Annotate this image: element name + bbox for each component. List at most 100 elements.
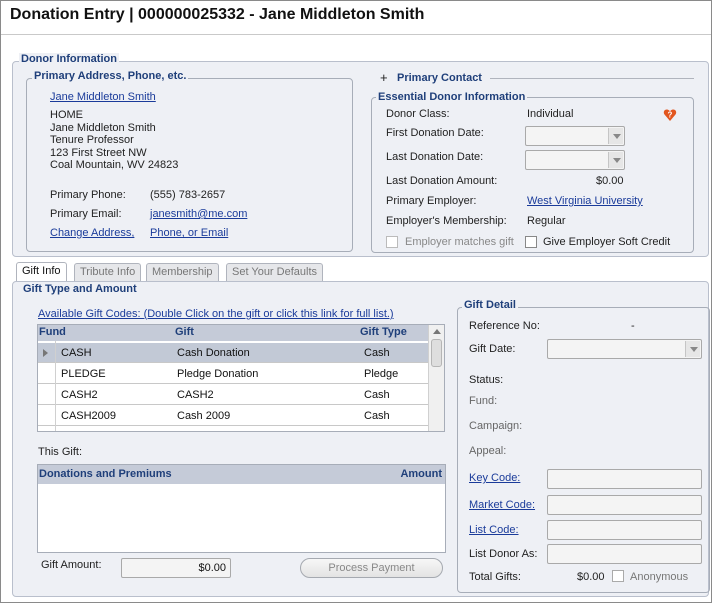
appeal-label: Appeal: (469, 445, 507, 457)
change-address-link[interactable]: Change Address, (50, 227, 134, 239)
gift-type-cell: Pledge (364, 368, 399, 380)
essential-donor-title: Essential Donor Information (376, 91, 528, 103)
last-donation-date-combo[interactable] (525, 150, 625, 170)
primary-phone-label: Primary Phone: (50, 189, 126, 201)
employer-matches-label: Employer matches gift (405, 236, 514, 248)
gift-cell: Pledge Donation (177, 368, 259, 380)
anonymous-checkbox[interactable] (612, 570, 624, 582)
list-donor-as-label: List Donor As: (469, 548, 538, 560)
gift-type-title: Gift Type and Amount (21, 283, 139, 295)
process-payment-button[interactable]: Process Payment (300, 558, 443, 578)
primary-contact-divider (490, 78, 694, 79)
donor-name-link[interactable]: Jane Middleton Smith (50, 91, 156, 103)
donations-grid-header: Donations and Premiums Amount (38, 465, 445, 484)
reference-no-value: - (631, 320, 635, 332)
table-row[interactable]: PLEDGE Pledge Donation Pledge (38, 364, 428, 384)
tab-membership[interactable]: Membership (146, 263, 219, 281)
primary-address-title: Primary Address, Phone, etc. (32, 70, 189, 82)
gift-grid-header: Fund Gift Gift Type (38, 325, 428, 341)
scroll-up-icon[interactable] (433, 329, 441, 334)
key-code-link[interactable]: Key Code: (469, 472, 520, 484)
primary-contact-label[interactable]: Primary Contact (397, 72, 482, 84)
employer-membership-label: Employer's Membership: (386, 215, 507, 227)
gift-detail-title: Gift Detail (462, 299, 518, 311)
table-row[interactable]: CASH Cash Donation Cash (38, 343, 428, 363)
fund-label: Fund: (469, 395, 498, 407)
anonymous-label: Anonymous (630, 571, 689, 583)
address-line: Coal Mountain, WV 24823 (50, 159, 179, 171)
fund-cell: PLEDGE (61, 368, 106, 380)
last-donation-amount-label: Last Donation Amount: (386, 175, 498, 187)
gift-cell: Cash Donation (177, 347, 250, 359)
alert-icon[interactable]: ? (663, 108, 677, 122)
change-phone-email-link[interactable]: Phone, or Email (150, 227, 228, 239)
primary-phone-value: (555) 783-2657 (150, 189, 226, 201)
primary-employer-label: Primary Employer: (386, 195, 477, 207)
col-gift-header[interactable]: Gift (175, 326, 194, 338)
chevron-down-icon[interactable] (685, 341, 700, 357)
list-code-field[interactable] (547, 520, 702, 540)
gift-type-cell: Cash (364, 347, 390, 359)
fund-cell: CASH2009 (61, 410, 117, 422)
primary-email-label: Primary Email: (50, 208, 122, 220)
list-donor-as-field[interactable] (547, 544, 702, 564)
gift-date-combo[interactable] (547, 339, 702, 359)
first-donation-date-label: First Donation Date: (386, 127, 484, 139)
list-code-link[interactable]: List Code: (469, 524, 519, 536)
row-indicator-column (38, 341, 56, 431)
fund-cell: CASH (61, 347, 92, 359)
first-donation-date-combo[interactable] (525, 126, 625, 146)
primary-contact-expand-icon[interactable]: + (380, 70, 388, 85)
primary-email-link[interactable]: janesmith@me.com (150, 208, 247, 220)
employer-matches-checkbox[interactable] (386, 236, 398, 248)
tab-tribute-info[interactable]: Tribute Info (74, 263, 142, 281)
address-line: Jane Middleton Smith (50, 122, 156, 134)
campaign-label: Campaign: (469, 420, 523, 432)
reference-no-label: Reference No: (469, 320, 540, 332)
address-line: Tenure Professor (50, 134, 134, 146)
gift-amount-value: $0.00 (198, 562, 226, 574)
scroll-thumb[interactable] (431, 339, 442, 367)
grid-scrollbar[interactable] (428, 325, 444, 431)
tab-gift-info[interactable]: Gift Info (16, 262, 67, 281)
employer-membership-value: Regular (527, 215, 566, 227)
tab-set-your-defaults[interactable]: Set Your Defaults (226, 263, 324, 281)
title-divider (1, 34, 711, 35)
svg-text:?: ? (668, 111, 673, 120)
total-gifts-value: $0.00 (577, 571, 605, 583)
table-row[interactable]: CASH2009 Cash 2009 Cash (38, 406, 428, 426)
address-line: HOME (50, 109, 83, 121)
soft-credit-label: Give Employer Soft Credit (543, 236, 671, 248)
gift-cell: Cash 2009 (177, 410, 231, 422)
gift-amount-field[interactable]: $0.00 (121, 558, 231, 578)
key-code-field[interactable] (547, 469, 702, 489)
amount-header: Amount (400, 468, 442, 480)
gift-type-cell: Cash (364, 410, 390, 422)
available-gift-codes-link[interactable]: Available Gift Codes: (Double Click on t… (38, 308, 394, 320)
address-line: 123 First Street NW (50, 147, 147, 159)
gift-codes-grid: Fund Gift Gift Type CASH Cash Donation C… (37, 324, 445, 432)
market-code-link[interactable]: Market Code: (469, 499, 535, 511)
last-donation-amount-value: $0.00 (596, 175, 624, 187)
status-label: Status: (469, 374, 504, 386)
primary-employer-link[interactable]: West Virginia University (527, 195, 643, 207)
this-gift-label: This Gift: (38, 446, 83, 458)
table-row[interactable]: CASH2 CASH2 Cash (38, 385, 428, 405)
donation-entry-window: Donation Entry | 000000025332 - Jane Mid… (0, 0, 712, 603)
donor-information-title: Donor Information (19, 53, 119, 65)
window-title: Donation Entry | 000000025332 - Jane Mid… (10, 6, 425, 23)
donations-premiums-grid: Donations and Premiums Amount (37, 464, 446, 553)
chevron-down-icon[interactable] (608, 152, 623, 168)
chevron-down-icon[interactable] (608, 128, 623, 144)
last-donation-date-label: Last Donation Date: (386, 151, 484, 163)
col-fund-header[interactable]: Fund (39, 326, 66, 338)
col-gift-type-header[interactable]: Gift Type (360, 326, 407, 338)
gift-cell: CASH2 (177, 389, 214, 401)
fund-cell: CASH2 (61, 389, 98, 401)
gift-amount-label: Gift Amount: (41, 559, 102, 571)
market-code-field[interactable] (547, 495, 702, 515)
donations-premiums-header: Donations and Premiums (39, 468, 172, 480)
total-gifts-label: Total Gifts: (469, 571, 521, 583)
gift-date-label: Gift Date: (469, 343, 516, 355)
soft-credit-checkbox[interactable] (525, 236, 537, 248)
